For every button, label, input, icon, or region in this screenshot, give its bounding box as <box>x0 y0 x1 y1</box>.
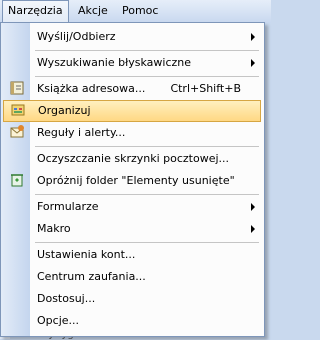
address-book-icon <box>10 81 24 95</box>
menu-item-label: Opróżnij folder "Elementy usunięte" <box>37 174 235 187</box>
menu-separator <box>35 50 259 51</box>
menu-item-label: Organizuj <box>38 104 91 117</box>
menu-item-label: Formularze <box>37 200 99 213</box>
menu-item-label: Wyślij/Odbierz <box>37 30 116 43</box>
menu-item-label: Dostosuj... <box>37 292 96 305</box>
menu-item-label: Reguły i alerty... <box>37 126 126 139</box>
menu-separator <box>35 242 259 243</box>
submenu-arrow-icon <box>251 203 255 211</box>
menu-item-label: Oczyszczanie skrzynki pocztowej... <box>37 152 230 165</box>
rules-icon <box>10 125 24 138</box>
empty-deleted-items-icon <box>11 174 23 187</box>
menu-separator <box>35 194 259 195</box>
menu-separator <box>35 146 259 147</box>
submenu-arrow-icon <box>251 59 255 67</box>
menu-separator <box>35 76 259 77</box>
menu-help[interactable]: Pomoc <box>117 0 163 22</box>
menu-bar: Narzędzia Akcje Pomoc <box>0 0 271 23</box>
menu-item-trust-center[interactable]: Centrum zaufania... <box>3 266 261 288</box>
menu-item-label: Wyszukiwanie błyskawiczne <box>37 56 192 69</box>
menu-item-send-receive[interactable]: Wyślij/Odbierz <box>3 26 261 48</box>
menu-item-label: Makro <box>37 222 71 235</box>
menu-item-label: Opcje... <box>37 314 80 327</box>
menu-item-forms[interactable]: Formularze <box>3 196 261 218</box>
menu-item-account-settings[interactable]: Ustawienia kont... <box>3 244 261 266</box>
menu-item-organize[interactable]: Organizuj <box>3 100 261 122</box>
organize-icon <box>11 104 25 116</box>
menu-item-mailbox-cleanup[interactable]: Oczyszczanie skrzynki pocztowej... <box>3 148 261 170</box>
menu-item-empty-deleted-items[interactable]: Opróżnij folder "Elementy usunięte" <box>3 170 261 192</box>
menu-item-label: Ustawienia kont... <box>37 248 136 261</box>
menu-item-label: Książka adresowa... <box>37 82 146 95</box>
menu-item-options[interactable]: Opcje... <box>3 310 261 332</box>
menu-tools[interactable]: Narzędzia <box>2 0 69 22</box>
menu-item-customize[interactable]: Dostosuj... <box>3 288 261 310</box>
submenu-arrow-icon <box>251 33 255 41</box>
submenu-arrow-icon <box>251 225 255 233</box>
menu-item-label: Centrum zaufania... <box>37 270 146 283</box>
menu-item-macro[interactable]: Makro <box>3 218 261 240</box>
menu-item-address-book[interactable]: Książka adresowa... Ctrl+Shift+B <box>3 78 261 100</box>
tools-dropdown-menu: Wyślij/Odbierz Wyszukiwanie błyskawiczne… <box>0 22 265 337</box>
menu-actions[interactable]: Akcje <box>73 0 113 22</box>
menu-item-shortcut: Ctrl+Shift+B <box>170 82 241 95</box>
menu-item-rules-alerts[interactable]: Reguły i alerty... <box>3 122 261 144</box>
menu-item-instant-search[interactable]: Wyszukiwanie błyskawiczne <box>3 52 261 74</box>
